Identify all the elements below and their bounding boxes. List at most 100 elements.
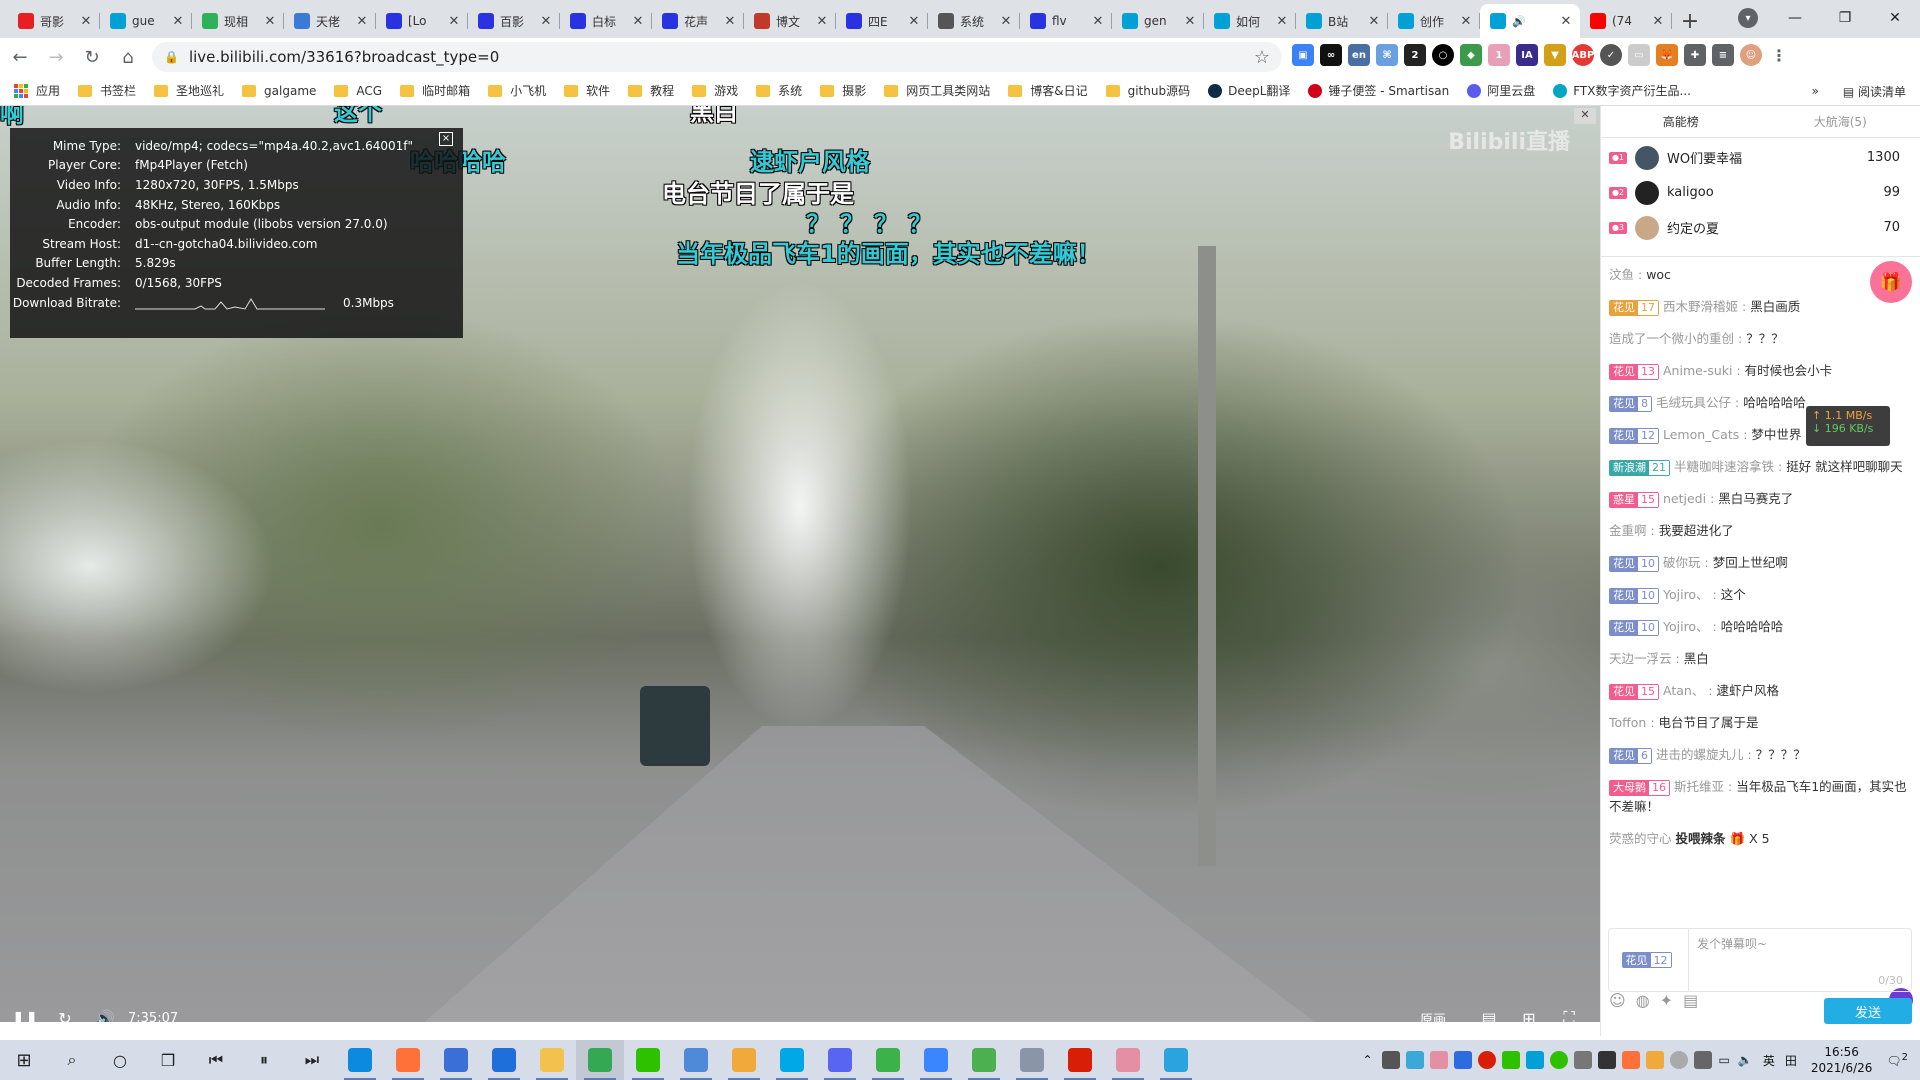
rank-name[interactable]: kaligoo	[1667, 185, 1883, 200]
rank-name[interactable]: WO们要幸福	[1667, 148, 1867, 167]
rank-name[interactable]: 约定の夏	[1667, 218, 1883, 237]
start-button[interactable]: ⊞	[0, 1040, 48, 1080]
ime-indicator[interactable]: 英	[1763, 1052, 1775, 1069]
bookmark-item[interactable]: galgame	[242, 84, 316, 98]
browser-tab[interactable]: 现相 ✕	[192, 4, 284, 38]
chat-username[interactable]: 西木野滑稽姬	[1663, 299, 1738, 314]
tray-app-icon[interactable]	[1453, 1051, 1472, 1069]
fan-medal[interactable]: 花见 10	[1609, 587, 1659, 604]
media-next-icon[interactable]: ⏭	[288, 1040, 336, 1080]
extension-icon[interactable]: ⌘	[1376, 44, 1398, 66]
browser-tab[interactable]: B站 ✕	[1296, 4, 1388, 38]
chat-username[interactable]: 进击的螺旋丸儿	[1656, 747, 1744, 762]
lock-icon[interactable]: 🔒	[164, 50, 179, 64]
browser-tab[interactable]: 系统 ✕	[928, 4, 1020, 38]
browser-tab[interactable]: 创作 ✕	[1388, 4, 1480, 38]
reading-list-button[interactable]: ▤ 阅读清单	[1843, 83, 1906, 100]
extensions-puzzle-icon[interactable]: ✚	[1684, 44, 1706, 66]
bookmark-item[interactable]: 游戏	[692, 82, 738, 99]
chat-username[interactable]: 破你玩	[1663, 555, 1701, 570]
tray-app-icon[interactable]	[1621, 1051, 1640, 1069]
cortana-icon[interactable]: ○	[96, 1040, 144, 1080]
extension-icon[interactable]: 1	[1488, 44, 1510, 66]
refresh-icon[interactable]: ↻	[50, 1003, 80, 1023]
browser-tab[interactable]: flv ✕	[1020, 4, 1112, 38]
extension-icon[interactable]: ∞	[1320, 44, 1342, 66]
quality-button[interactable]: 原画	[1420, 1009, 1446, 1023]
browser-tab[interactable]: (74 ✕	[1580, 4, 1672, 38]
bookmark-item[interactable]: 博客&日记	[1008, 82, 1088, 99]
firefox-taskbar-icon[interactable]	[384, 1040, 432, 1080]
app-search-taskbar-icon[interactable]	[768, 1040, 816, 1080]
app-anime-taskbar-icon[interactable]	[1104, 1040, 1152, 1080]
tray-expand-icon[interactable]: ⌃	[1362, 1053, 1372, 1067]
chat-username[interactable]: netjedi	[1663, 491, 1706, 506]
app-gray-taskbar-icon[interactable]	[1008, 1040, 1056, 1080]
tab-close-icon[interactable]: ✕	[78, 14, 94, 29]
bookmark-item[interactable]: FTX数字资产衍生品...	[1553, 82, 1691, 99]
tab-close-icon[interactable]: ✕	[1274, 14, 1290, 29]
bookmark-item[interactable]: 阿里云盘	[1467, 82, 1535, 99]
tab-close-icon[interactable]: ✕	[1366, 14, 1382, 29]
onedrive-icon[interactable]	[1669, 1051, 1688, 1069]
back-icon[interactable]: ←	[4, 41, 36, 73]
pause-icon[interactable]: ❚❚	[10, 1003, 40, 1023]
explorer-taskbar-icon[interactable]	[528, 1040, 576, 1080]
notification-center-icon[interactable]: 🗨2	[1886, 1052, 1908, 1068]
app-cat-taskbar-icon[interactable]	[720, 1040, 768, 1080]
tray-app-icon[interactable]	[1573, 1051, 1592, 1069]
tab-close-icon[interactable]: ✕	[998, 14, 1014, 29]
profile-avatar[interactable]: ☺	[1740, 44, 1762, 66]
chat-username[interactable]: Anime-suki	[1663, 363, 1732, 378]
tab-close-icon[interactable]: ✕	[1458, 14, 1474, 29]
fan-medal[interactable]: 花见 13	[1609, 363, 1659, 380]
bookmark-item[interactable]: 临时邮箱	[400, 82, 470, 99]
media-prev-icon[interactable]: ⏮	[192, 1040, 240, 1080]
tray-app-icon[interactable]	[1429, 1051, 1448, 1069]
edge-taskbar-icon[interactable]	[336, 1040, 384, 1080]
apps-shortcut[interactable]: 应用	[14, 82, 60, 99]
bookmark-item[interactable]: 教程	[628, 82, 674, 99]
app-note-taskbar-icon[interactable]	[912, 1040, 960, 1080]
translate-extension-icon[interactable]: en	[1348, 44, 1370, 66]
avatar[interactable]	[1635, 215, 1659, 240]
fan-medal[interactable]: 花见 6	[1609, 747, 1652, 764]
extension-icon[interactable]: IA	[1516, 44, 1538, 66]
tray-app-icon[interactable]	[1693, 1051, 1712, 1069]
extension-icon[interactable]: ▣	[1292, 44, 1314, 66]
browser-tab[interactable]: 天佬 ✕	[284, 4, 376, 38]
gift-list-icon[interactable]: ▤	[1683, 991, 1698, 1010]
wechat-tray-icon[interactable]	[1549, 1051, 1568, 1069]
tab-close-icon[interactable]: ✕	[1558, 14, 1574, 29]
web-fullscreen-icon[interactable]: ⊞	[1514, 1003, 1544, 1023]
tray-app-icon[interactable]	[1525, 1051, 1544, 1069]
network-icon[interactable]: ▭	[1719, 1053, 1730, 1067]
chat-username[interactable]: 斯托维亚	[1674, 779, 1724, 794]
volume-icon[interactable]: 🔊	[90, 1003, 120, 1023]
watermark-close-icon[interactable]: ✕	[1574, 108, 1596, 124]
extension-icon[interactable]: ▼	[1544, 44, 1566, 66]
browser-tab[interactable]: 🔊 ✕	[1480, 4, 1580, 38]
volume-tray-icon[interactable]: 🔈	[1738, 1053, 1753, 1067]
bookmark-star-icon[interactable]: ☆	[1254, 47, 1270, 68]
extension-icon[interactable]: ○	[1432, 44, 1454, 66]
adblock-icon[interactable]: ABP	[1572, 44, 1594, 66]
search-icon[interactable]: ⌕	[48, 1040, 96, 1080]
tray-app-icon[interactable]	[1597, 1051, 1616, 1069]
tab-search-icon[interactable]: ▾	[1738, 8, 1758, 28]
tab-close-icon[interactable]: ✕	[170, 14, 186, 29]
chat-username[interactable]: 毛绒玩具公仔	[1656, 395, 1731, 410]
browser-tab[interactable]: 如何 ✕	[1204, 4, 1296, 38]
avatar[interactable]	[1635, 145, 1659, 170]
rank-row[interactable]: ●2 kaligoo 99	[1601, 175, 1920, 210]
fan-medal[interactable]: 大母鹅 16	[1609, 779, 1670, 796]
tab-guard[interactable]: 大航海(5)	[1761, 106, 1920, 137]
reload-icon[interactable]: ↻	[76, 41, 108, 73]
tab-close-icon[interactable]: ✕	[814, 14, 830, 29]
app-green-taskbar-icon[interactable]	[864, 1040, 912, 1080]
avatar[interactable]	[1635, 180, 1659, 205]
telegram-taskbar-icon[interactable]	[1152, 1040, 1200, 1080]
tab-high-energy[interactable]: 高能榜	[1601, 106, 1761, 137]
discord-taskbar-icon[interactable]	[816, 1040, 864, 1080]
extension-icon[interactable]: 2	[1404, 44, 1426, 66]
